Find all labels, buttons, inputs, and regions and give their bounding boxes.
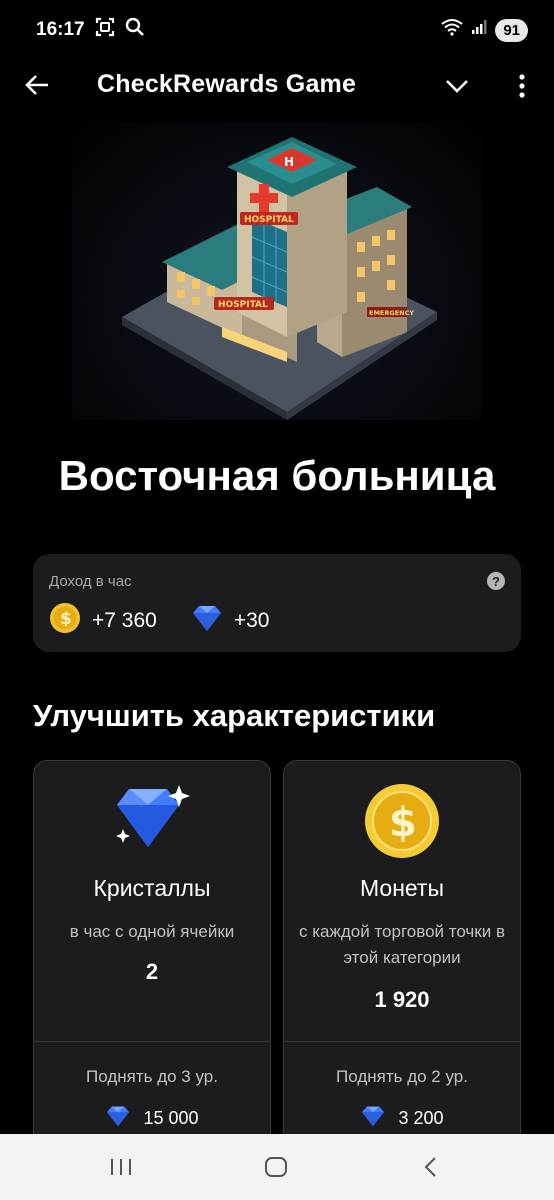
- card-title: Монеты: [359, 875, 444, 901]
- nav-back-button[interactable]: [420, 1154, 440, 1180]
- app-title: CheckRewards Game: [97, 70, 357, 98]
- crystal-icon: [191, 604, 223, 638]
- svg-text:EMERGENCY: EMERGENCY: [369, 309, 414, 317]
- svg-text:HOSPITAL: HOSPITAL: [244, 215, 294, 225]
- more-options-button[interactable]: [510, 72, 534, 100]
- coin-icon: $: [284, 781, 520, 863]
- card-title: Кристаллы: [93, 875, 211, 901]
- screenshot-icon: [95, 17, 115, 43]
- card-description: в час с одной ячейки: [69, 922, 235, 941]
- upgrade-label: Поднять до 3 ур.: [86, 1067, 218, 1086]
- income-values: $ +7 360 +30: [49, 602, 269, 640]
- signal-icon: [471, 19, 487, 41]
- svg-text:$: $: [389, 800, 417, 846]
- recent-apps-icon: [111, 1159, 131, 1175]
- card-description: с каждой торговой точки в этой категории: [299, 922, 505, 967]
- chevron-left-icon: [424, 1157, 436, 1177]
- chevron-down-icon: [446, 80, 468, 93]
- price-value: 3 200: [398, 1108, 444, 1128]
- svg-text:HOSPITAL: HOSPITAL: [218, 300, 268, 310]
- card-divider: [34, 1041, 270, 1042]
- app-bar: CheckRewards Game: [0, 60, 554, 112]
- card-value: 2: [145, 959, 159, 984]
- crystal-icon: [360, 1105, 386, 1132]
- crystal-icon: [105, 1105, 131, 1132]
- income-card: Доход в час ? $ +7 360 +30: [33, 554, 521, 652]
- status-bar: 16:17 91: [0, 0, 554, 60]
- price-value: 15 000: [143, 1108, 199, 1128]
- coin-icon: $: [49, 602, 81, 640]
- home-button[interactable]: [263, 1154, 289, 1180]
- upgrade-price[interactable]: 3 200: [284, 1105, 520, 1132]
- status-time: 16:17: [36, 19, 85, 40]
- coins-per-hour: +7 360: [92, 609, 157, 632]
- crystal-icon: [34, 781, 270, 863]
- help-icon[interactable]: ?: [487, 572, 505, 590]
- more-vert-icon: [519, 74, 525, 98]
- place-title: Восточная больница: [58, 452, 496, 499]
- income-label: Доход в час: [49, 573, 132, 590]
- back-button[interactable]: [22, 70, 52, 100]
- upgrade-card-crystals[interactable]: Кристаллы в час с одной ячейки 2 Поднять…: [33, 760, 271, 1160]
- card-value: 1 920: [374, 987, 430, 1012]
- home-icon: [265, 1157, 287, 1177]
- wifi-icon: [441, 18, 463, 42]
- upgrades-title: Улучшить характеристики: [33, 698, 436, 733]
- arrow-left-icon: [25, 75, 48, 95]
- svg-text:$: $: [60, 609, 72, 629]
- system-nav-bar: [0, 1134, 554, 1200]
- upgrade-label: Поднять до 2 ур.: [336, 1067, 468, 1086]
- upgrade-card-coins[interactable]: $ Монеты с каждой торговой точки в этой …: [283, 760, 521, 1160]
- battery-indicator: 91: [495, 18, 528, 42]
- hospital-building-image: H HOSPITAL HOSPITAL EMERGENCY: [72, 122, 482, 420]
- upgrade-price[interactable]: 15 000: [34, 1105, 270, 1132]
- card-divider: [284, 1041, 520, 1042]
- search-icon: [125, 17, 145, 43]
- recent-apps-button[interactable]: [108, 1154, 134, 1180]
- collapse-button[interactable]: [442, 72, 472, 100]
- crystals-per-hour: +30: [233, 609, 270, 632]
- svg-text:H: H: [284, 155, 294, 169]
